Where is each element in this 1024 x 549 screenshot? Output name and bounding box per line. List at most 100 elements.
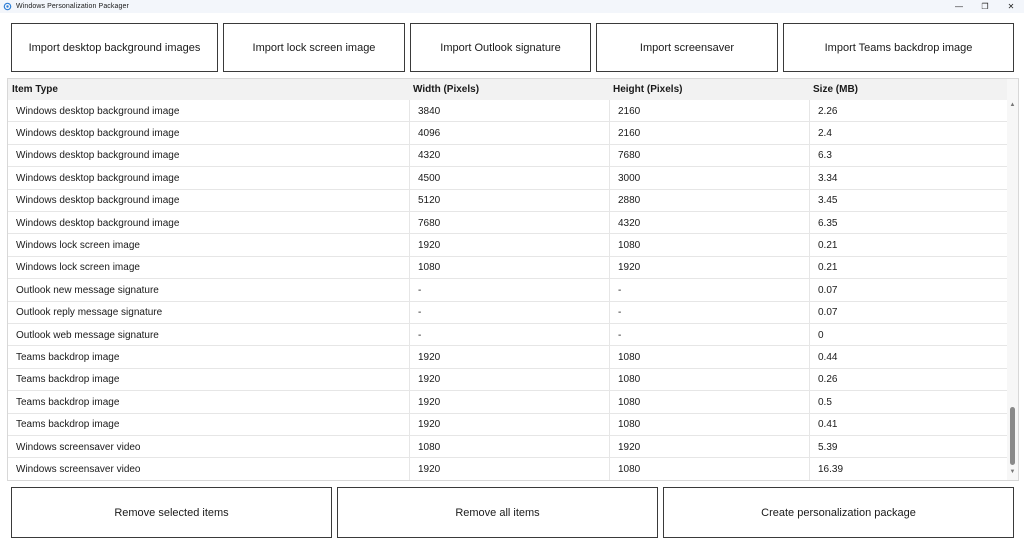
- table-header: Item Type Width (Pixels) Height (Pixels)…: [8, 79, 1007, 100]
- cell-item-type: Teams backdrop image: [16, 396, 120, 408]
- title-bar[interactable]: Windows Personalization Packager — ❐ ✕: [0, 0, 1024, 13]
- import-lock-screen-button[interactable]: Import lock screen image: [223, 23, 405, 72]
- cell-width: 4320: [409, 144, 609, 167]
- cell-size: 2.26: [809, 100, 1007, 122]
- cell-width: 1920: [409, 368, 609, 391]
- cell-height: 1080: [609, 413, 809, 436]
- cell-size: 0.07: [809, 279, 1007, 302]
- window-controls: — ❐ ✕: [946, 0, 1024, 13]
- window-title: Windows Personalization Packager: [16, 3, 129, 10]
- table-row[interactable]: Outlook reply message signature - -0.07: [8, 301, 1007, 324]
- cell-height: 3000: [609, 167, 809, 190]
- column-header-height[interactable]: Height (Pixels): [609, 79, 809, 100]
- table-row[interactable]: Teams backdrop image 1920 1080 0.5: [8, 391, 1007, 414]
- cell-item-type: Teams backdrop image: [16, 374, 120, 386]
- cell-size: 0.21: [809, 256, 1007, 279]
- import-teams-backdrop-button[interactable]: Import Teams backdrop image: [783, 23, 1014, 72]
- cell-width: 1920: [409, 234, 609, 257]
- cell-size: 0.44: [809, 346, 1007, 369]
- cell-item-type: Windows desktop background image: [16, 195, 180, 207]
- cell-item-type: Outlook web message signature: [16, 329, 159, 341]
- close-icon[interactable]: ✕: [998, 0, 1024, 13]
- table-row[interactable]: Teams backdrop image 1920 1080 0.26: [8, 368, 1007, 392]
- cell-height: 2160: [609, 100, 809, 122]
- cell-height: 1080: [609, 368, 809, 391]
- cell-height: 7680: [609, 144, 809, 167]
- cell-width: 5120: [409, 189, 609, 212]
- import-toolbar: Import desktop background images Import …: [11, 23, 1014, 72]
- cell-size: 6.35: [809, 212, 1007, 234]
- cell-size: 2.4: [809, 122, 1007, 145]
- cell-item-type: Windows lock screen image: [16, 262, 140, 274]
- table-row[interactable]: Windows lock screen image 1080 1920 0.21: [8, 256, 1007, 280]
- cell-size: 3.45: [809, 189, 1007, 212]
- items-table[interactable]: Item Type Width (Pixels) Height (Pixels)…: [7, 78, 1019, 481]
- cell-height: 4320: [609, 212, 809, 234]
- table-row[interactable]: Windows lock screen image 1920 1080 0.21: [8, 234, 1007, 257]
- table-row[interactable]: Outlook web message signature - -0: [8, 324, 1007, 347]
- cell-item-type: Windows lock screen image: [16, 239, 140, 251]
- cell-size: 0.26: [809, 368, 1007, 391]
- table-row[interactable]: Windows desktop background image 4500 3000…: [8, 167, 1007, 190]
- table-scrollbar[interactable]: ▲ ▼: [1007, 79, 1018, 480]
- cell-height: 1080: [609, 458, 809, 480]
- cell-height: 1080: [609, 346, 809, 369]
- cell-item-type: Teams backdrop image: [16, 351, 120, 363]
- cell-item-type: Windows desktop background image: [16, 150, 180, 162]
- table-row[interactable]: Windows screensaver video 1080 1920 5.39: [8, 436, 1007, 459]
- cell-width: 1920: [409, 346, 609, 369]
- cell-size: 0.5: [809, 391, 1007, 414]
- cell-height: 1080: [609, 391, 809, 414]
- import-screensaver-button[interactable]: Import screensaver: [596, 23, 778, 72]
- cell-width: 3840: [409, 100, 609, 122]
- cell-width: 4096: [409, 122, 609, 145]
- remove-selected-button[interactable]: Remove selected items: [11, 487, 332, 538]
- scroll-up-icon[interactable]: ▲: [1007, 99, 1018, 111]
- import-desktop-background-button[interactable]: Import desktop background images: [11, 23, 218, 72]
- table-row[interactable]: Windows screensaver video 1920 1080 16.39: [8, 458, 1007, 480]
- cell-item-type: Outlook new message signature: [16, 284, 159, 296]
- cell-height: 2880: [609, 189, 809, 212]
- remove-all-button[interactable]: Remove all items: [337, 487, 658, 538]
- table-row[interactable]: Windows desktop background image 7680 4320…: [8, 212, 1007, 235]
- cell-item-type: Windows desktop background image: [16, 172, 180, 184]
- cell-size: 16.39: [809, 458, 1007, 480]
- cell-item-type: Teams backdrop image: [16, 419, 120, 431]
- create-package-button[interactable]: Create personalization package: [663, 487, 1014, 538]
- cell-width: 4500: [409, 167, 609, 190]
- cell-size: 0.21: [809, 234, 1007, 257]
- cell-height: 1920: [609, 256, 809, 279]
- table-row[interactable]: Windows desktop background image 4096 2160…: [8, 122, 1007, 145]
- app-logo-icon: [3, 2, 12, 11]
- app-window: Windows Personalization Packager — ❐ ✕ I…: [0, 0, 1024, 549]
- cell-width: -: [409, 279, 609, 302]
- cell-size: 3.34: [809, 167, 1007, 190]
- cell-width: 1920: [409, 413, 609, 436]
- table-row[interactable]: Teams backdrop image 1920 1080 0.44: [8, 346, 1007, 369]
- cell-height: -: [609, 279, 809, 302]
- table-row[interactable]: Windows desktop background image 4320 7680…: [8, 144, 1007, 168]
- cell-item-type: Windows desktop background image: [16, 217, 180, 229]
- cell-width: -: [409, 324, 609, 346]
- column-header-size[interactable]: Size (MB): [809, 79, 1007, 100]
- table-row[interactable]: Windows desktop background image 5120 2880…: [8, 189, 1007, 212]
- cell-size: 0: [809, 324, 1007, 346]
- cell-width: 1080: [409, 436, 609, 458]
- cell-item-type: Windows desktop background image: [16, 105, 180, 117]
- table-row[interactable]: Teams backdrop image 1920 1080 0.41: [8, 413, 1007, 436]
- import-outlook-signature-button[interactable]: Import Outlook signature: [410, 23, 591, 72]
- cell-width: 1080: [409, 256, 609, 279]
- table-row[interactable]: Windows desktop background image 3840 2160…: [8, 100, 1007, 123]
- column-header-item-type[interactable]: Item Type: [8, 79, 409, 100]
- table-row[interactable]: Outlook new message signature - -0.07: [8, 279, 1007, 302]
- cell-size: 5.39: [809, 436, 1007, 458]
- cell-item-type: Windows screensaver video: [16, 463, 141, 475]
- action-bar: Remove selected items Remove all items C…: [11, 487, 1014, 538]
- minimize-icon[interactable]: —: [946, 0, 972, 13]
- restore-icon[interactable]: ❐: [972, 0, 998, 13]
- cell-item-type: Windows desktop background image: [16, 127, 180, 139]
- column-header-width[interactable]: Width (Pixels): [409, 79, 609, 100]
- scroll-down-icon[interactable]: ▼: [1007, 466, 1018, 478]
- scrollbar-thumb[interactable]: [1010, 407, 1015, 465]
- cell-item-type: Outlook reply message signature: [16, 307, 163, 319]
